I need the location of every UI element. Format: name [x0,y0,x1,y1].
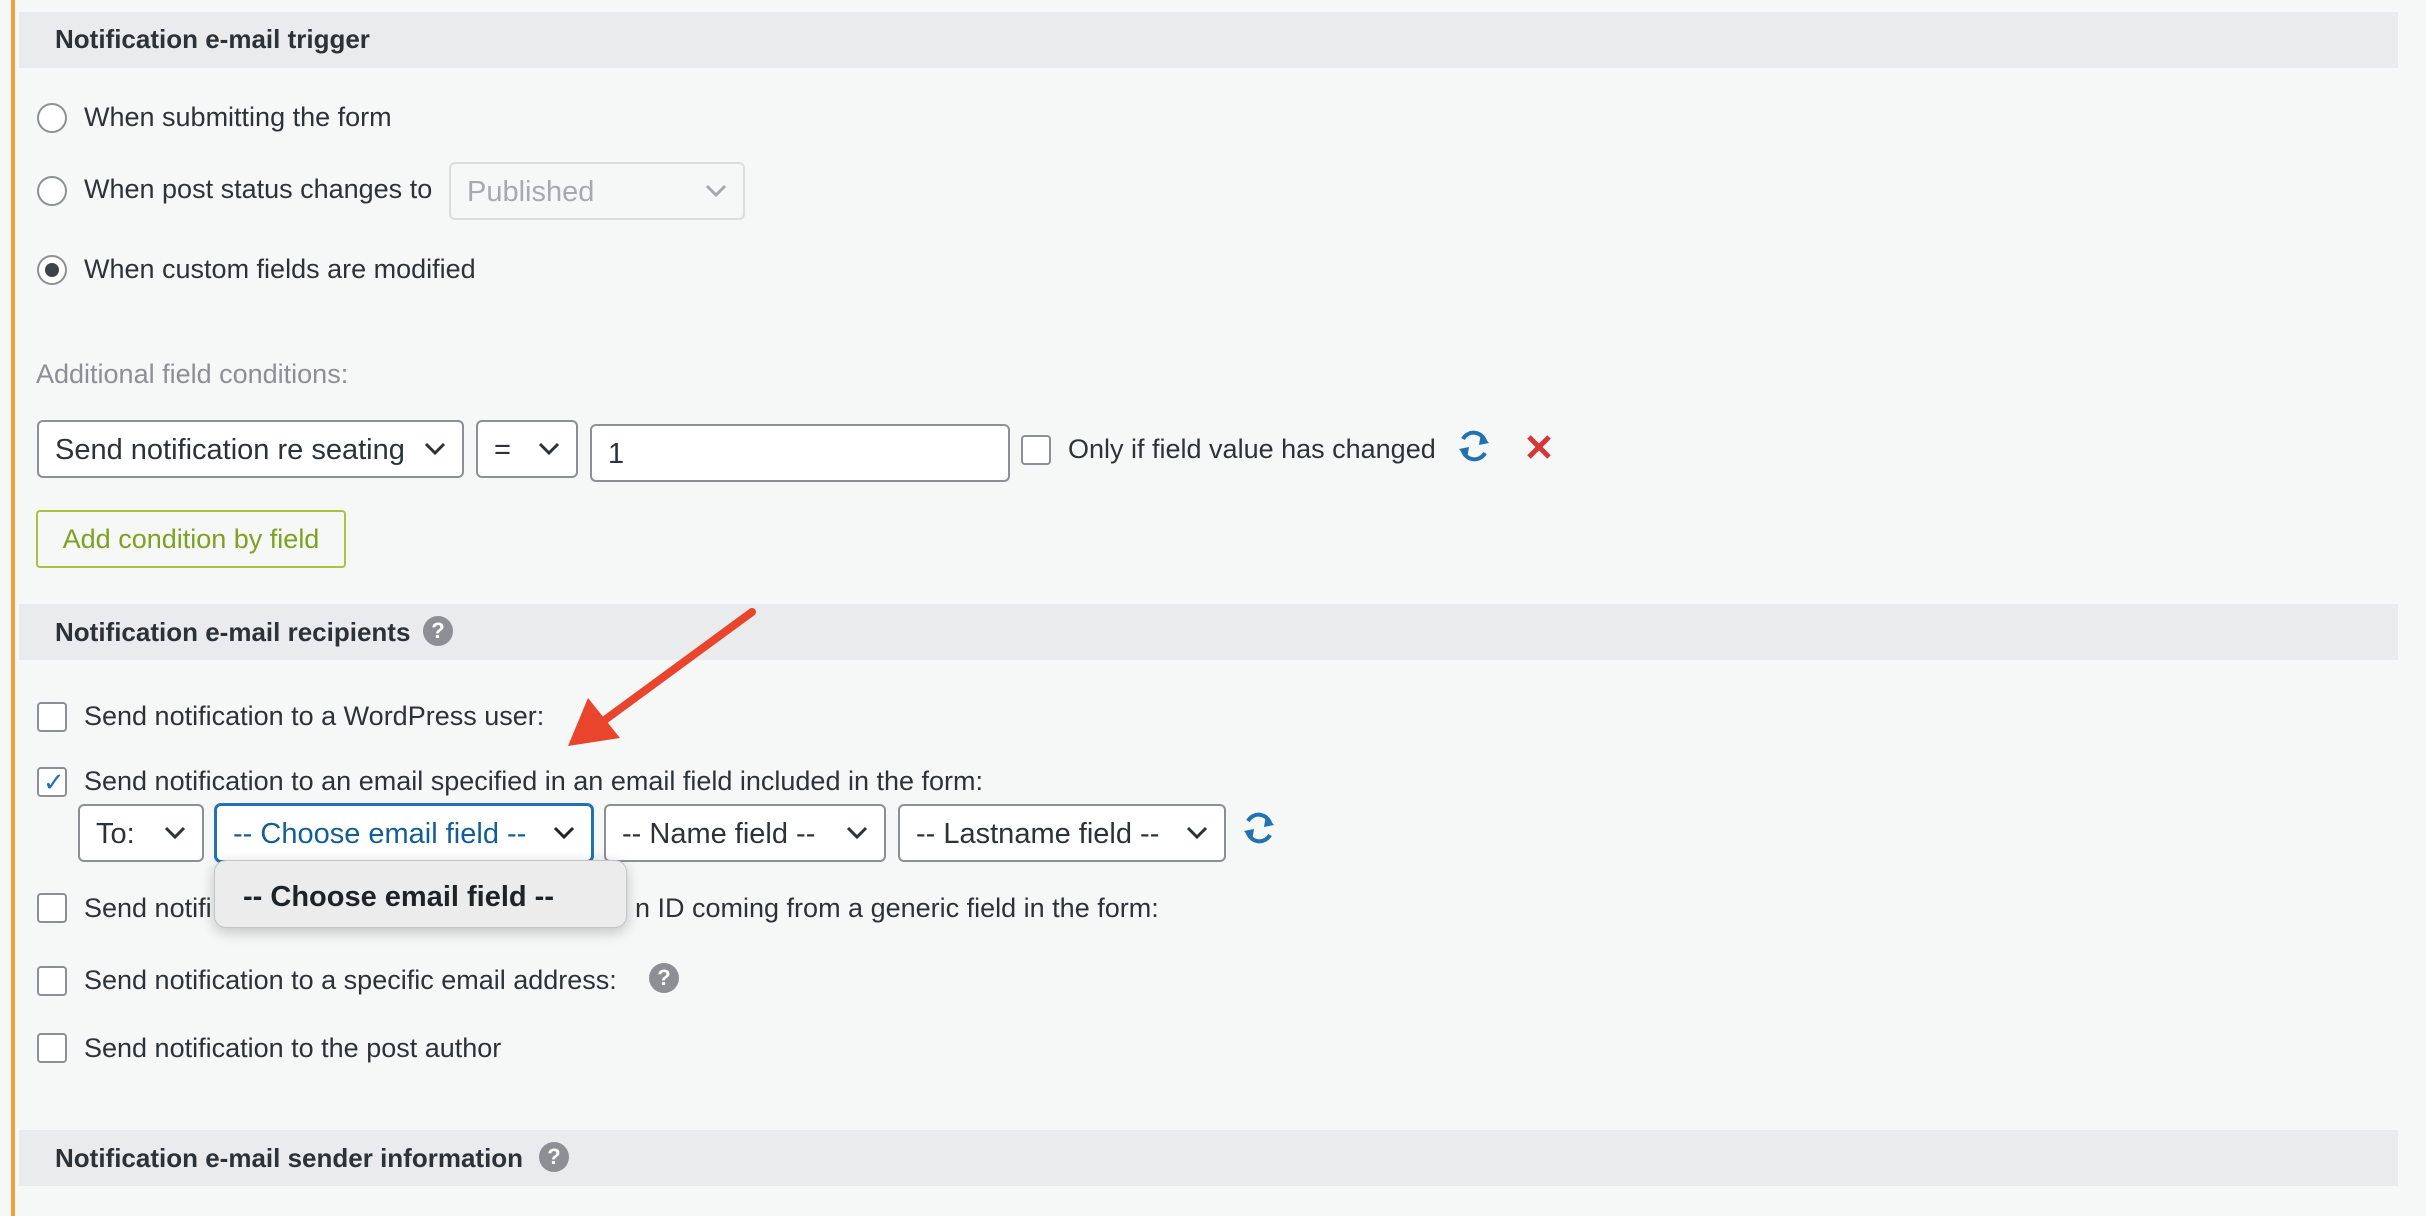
notification-settings-panel: Notification e-mail trigger When submitt… [0,0,2426,1216]
condition-operator-select[interactable]: = [476,420,578,478]
to-select[interactable]: To: [78,804,204,862]
sender-section-header: Notification e-mail sender information ? [19,1130,2398,1186]
email-field-dropdown: -- Choose email field -- [214,860,627,928]
recipient-post-author-label: Send notification to the post author [84,1033,502,1063]
lastname-field-select[interactable]: -- Lastname field -- [898,804,1226,862]
lastname-field-select-value: -- Lastname field -- [916,818,1160,850]
chevron-down-icon [553,826,575,840]
trigger-section-header: Notification e-mail trigger [19,12,2398,68]
post-status-select[interactable]: Published [449,162,745,220]
recipient-generic-field-label-start: Send notifi [84,893,212,923]
radio-when-fields-modified[interactable] [37,255,67,285]
recipients-section-title: Notification e-mail recipients [55,617,411,647]
radio-when-status-changes[interactable] [37,176,67,206]
add-condition-button[interactable]: Add condition by field [36,510,346,568]
radio-when-status-changes-label: When post status changes to [84,174,433,204]
email-field-select[interactable]: -- Choose email field -- [215,804,593,862]
condition-value-text: 1 [608,438,625,470]
recipient-email-field-checkbox[interactable]: ✓ [37,767,67,797]
post-status-select-value: Published [467,176,595,208]
recipient-specific-email-label: Send notification to a specific email ad… [84,965,617,995]
recipient-wp-user-checkbox[interactable] [37,702,67,732]
refresh-icon[interactable] [1240,809,1278,847]
help-icon[interactable]: ? [649,963,679,993]
radio-when-fields-modified-label: When custom fields are modified [84,254,476,284]
radio-when-submitting[interactable] [37,103,67,133]
recipient-wp-user-label: Send notification to a WordPress user: [84,701,545,731]
radio-when-submitting-label: When submitting the form [84,102,392,132]
trigger-section-title: Notification e-mail trigger [55,24,370,54]
refresh-icon[interactable] [1455,427,1493,465]
to-select-value: To: [96,818,135,850]
chevron-down-icon [538,442,560,456]
help-icon[interactable]: ? [539,1142,569,1172]
condition-field-value: Send notification re seating [55,434,405,466]
checkmark-icon: ✓ [43,767,65,797]
sender-section-title: Notification e-mail sender information [55,1143,524,1173]
recipient-generic-field-label-end: n ID coming from a generic field in the … [635,893,1159,923]
recipient-specific-email-checkbox[interactable] [37,966,67,996]
chevron-down-icon [1186,826,1208,840]
recipient-post-author-checkbox[interactable] [37,1033,67,1063]
name-field-select[interactable]: -- Name field -- [604,804,886,862]
condition-field-select[interactable]: Send notification re seating [37,420,464,478]
condition-value-input[interactable]: 1 [590,424,1010,482]
additional-conditions-label: Additional field conditions: [36,359,349,389]
email-field-select-value: -- Choose email field -- [233,818,527,850]
help-icon[interactable]: ? [423,616,453,646]
accent-bar [11,0,15,1216]
chevron-down-icon [164,826,186,840]
name-field-select-value: -- Name field -- [622,818,816,850]
recipient-generic-field-checkbox[interactable] [37,893,67,923]
annotation-arrow-icon [568,608,756,746]
only-if-changed-label: Only if field value has changed [1068,434,1436,464]
recipients-section-header: Notification e-mail recipients ? [19,604,2398,660]
condition-operator-value: = [494,434,511,466]
chevron-down-icon [424,442,446,456]
recipient-email-field-label: Send notification to an email specified … [84,766,984,796]
chevron-down-icon [705,184,727,198]
dropdown-option-choose-email[interactable]: -- Choose email field -- [243,881,554,914]
chevron-down-icon [846,826,868,840]
only-if-changed-checkbox[interactable] [1021,435,1051,465]
remove-condition-icon[interactable] [1524,432,1554,462]
